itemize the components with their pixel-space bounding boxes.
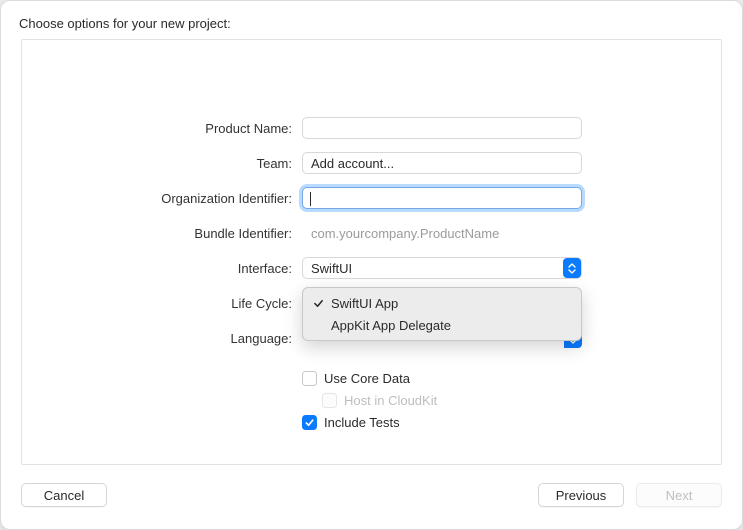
include-tests-checkbox[interactable]: [302, 415, 317, 430]
label-life-cycle: Life Cycle:: [22, 296, 302, 311]
row-bundle-id: Bundle Identifier: com.yourcompany.Produ…: [22, 219, 721, 247]
checkmark-icon: [311, 298, 325, 309]
sheet-header: Choose options for your new project:: [1, 1, 742, 37]
row-org-id: Organization Identifier:: [22, 184, 721, 212]
org-id-input[interactable]: [302, 187, 582, 209]
life-cycle-option-appkit-delegate[interactable]: AppKit App Delegate: [303, 314, 581, 336]
life-cycle-option-label: AppKit App Delegate: [331, 318, 451, 333]
row-include-tests: Include Tests: [22, 411, 721, 433]
row-product-name: Product Name:: [22, 114, 721, 142]
header-title: Choose options for your new project:: [19, 16, 231, 31]
previous-button-label: Previous: [556, 488, 607, 503]
label-language: Language:: [22, 331, 302, 346]
include-tests-label: Include Tests: [324, 415, 400, 430]
cloudkit-label: Host in CloudKit: [344, 393, 437, 408]
next-button-label: Next: [666, 488, 693, 503]
updown-icon: [563, 258, 581, 278]
cancel-button[interactable]: Cancel: [21, 483, 107, 507]
label-team: Team:: [22, 156, 302, 171]
sheet-footer: Cancel Previous Next: [1, 473, 742, 529]
row-team: Team: Add account...: [22, 149, 721, 177]
team-popup-label: Add account...: [311, 156, 394, 171]
product-name-input[interactable]: [302, 117, 582, 139]
label-bundle-id: Bundle Identifier:: [22, 226, 302, 241]
previous-button[interactable]: Previous: [538, 483, 624, 507]
interface-popup[interactable]: SwiftUI: [302, 257, 582, 279]
core-data-checkbox[interactable]: [302, 371, 317, 386]
cancel-button-label: Cancel: [44, 488, 84, 503]
new-project-options-sheet: Choose options for your new project: Pro…: [0, 0, 743, 530]
core-data-label: Use Core Data: [324, 371, 410, 386]
row-interface: Interface: SwiftUI: [22, 254, 721, 282]
options-frame: Product Name: Team: Add account... Organ…: [21, 39, 722, 465]
life-cycle-option-label: SwiftUI App: [331, 296, 398, 311]
bundle-id-value: com.yourcompany.ProductName: [302, 226, 499, 241]
row-life-cycle: Life Cycle: SwiftUI App: [22, 289, 721, 317]
team-popup[interactable]: Add account...: [302, 152, 582, 174]
next-button: Next: [636, 483, 722, 507]
cloudkit-checkbox: [322, 393, 337, 408]
label-interface: Interface:: [22, 261, 302, 276]
options-form: Product Name: Team: Add account... Organ…: [22, 114, 721, 433]
label-product-name: Product Name:: [22, 121, 302, 136]
interface-popup-value: SwiftUI: [311, 261, 352, 276]
life-cycle-dropdown[interactable]: SwiftUI App AppKit App Delegate: [302, 287, 582, 341]
life-cycle-option-swiftui-app[interactable]: SwiftUI App: [303, 292, 581, 314]
label-org-id: Organization Identifier:: [22, 191, 302, 206]
row-cloudkit: Host in CloudKit: [22, 389, 721, 411]
row-core-data: Use Core Data: [22, 367, 721, 389]
